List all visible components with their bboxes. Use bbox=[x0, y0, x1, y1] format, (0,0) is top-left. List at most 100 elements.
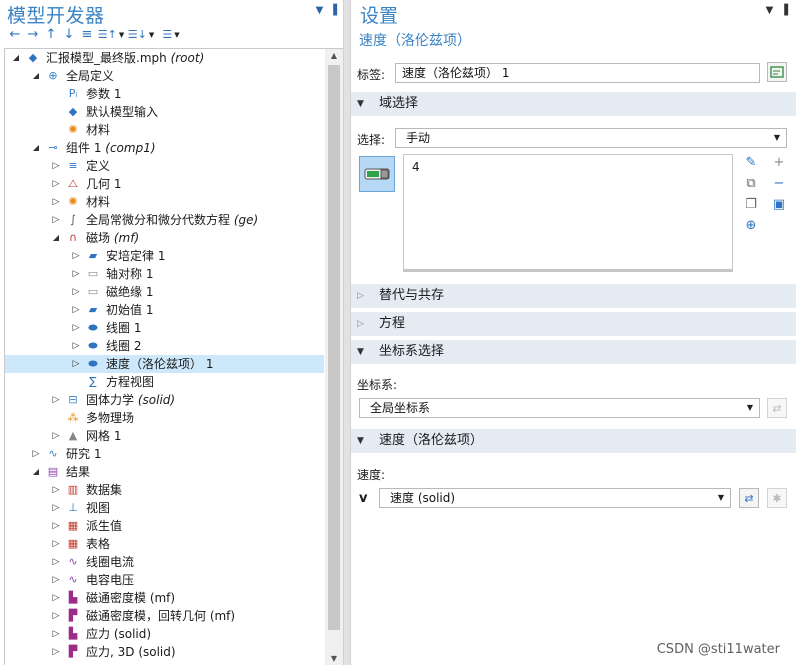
collapse-icon[interactable]: ◢ bbox=[31, 67, 41, 85]
tree-node[interactable]: ▷ ⬬ 速度（洛伦兹项） 1 bbox=[5, 355, 324, 373]
arrow-down-icon[interactable]: ↓ bbox=[60, 27, 78, 43]
tree-node[interactable]: ▷ ▦ 派生值 bbox=[5, 517, 324, 535]
collapse-icon[interactable]: ≡ bbox=[78, 27, 96, 43]
tree-node[interactable]: ▷ ∿ 电容电压 bbox=[5, 571, 324, 589]
arrow-up-icon[interactable]: ↑ bbox=[42, 27, 60, 43]
tree-node[interactable]: ▷ ∫ 全局常微分和微分代数方程 (ge) bbox=[5, 211, 324, 229]
expand-icon[interactable]: ▷ bbox=[71, 247, 81, 265]
expand-icon[interactable]: ▷ bbox=[71, 337, 81, 355]
collapse-icon[interactable]: ◢ bbox=[11, 49, 21, 67]
add-icon[interactable]: + bbox=[771, 154, 787, 170]
panel-menu-icon[interactable]: ▼ bbox=[316, 5, 324, 16]
tree-node[interactable]: ▷ ▲ 网格 1 bbox=[5, 427, 324, 445]
tree-node[interactable]: ∑ 方程视图 bbox=[5, 373, 324, 391]
tree-node[interactable]: ▷ ▭ 磁绝缘 1 bbox=[5, 283, 324, 301]
tree-node[interactable]: ⁂ 多物理场 bbox=[5, 409, 324, 427]
tree-node[interactable]: ◢ ◆ 汇报模型_最终版.mph (root) bbox=[5, 49, 324, 67]
section-equation[interactable]: ▷ 方程 bbox=[351, 312, 796, 336]
tree-scrollbar[interactable]: ▲ ▼ bbox=[325, 49, 343, 665]
expand-icon[interactable]: ▷ bbox=[51, 535, 61, 553]
expand-icon[interactable]: ▷ bbox=[51, 391, 61, 409]
expand-icon[interactable]: ▷ bbox=[51, 571, 61, 589]
tree-node[interactable]: Pᵢ 参数 1 bbox=[5, 85, 324, 103]
tree-node[interactable]: ◢ ▤ 结果 bbox=[5, 463, 324, 481]
list-group-icon[interactable]: ☰↓ ▼ bbox=[126, 27, 156, 43]
section-velocity[interactable]: ▼ 速度（洛伦兹项） bbox=[351, 429, 796, 453]
zoom-selection-icon[interactable]: ⊕ bbox=[743, 217, 759, 233]
tree-node[interactable]: ▷ ⬬ 线圈 2 bbox=[5, 337, 324, 355]
tree-node[interactable]: ▷ ∿ 研究 1 bbox=[5, 445, 324, 463]
panel-menu-icon[interactable]: ▼ bbox=[766, 5, 774, 16]
expand-icon[interactable]: ▷ bbox=[51, 175, 61, 193]
expand-icon[interactable]: ▷ bbox=[51, 211, 61, 229]
tree-node[interactable]: ▷ ▛ 应力, 3D (solid) bbox=[5, 643, 324, 661]
section-override[interactable]: ▷ 替代与共存 bbox=[351, 284, 796, 308]
view-options-icon[interactable]: ☰ ▼ bbox=[156, 27, 186, 43]
coord-system-combo[interactable]: 全局坐标系 ▼ bbox=[359, 398, 760, 418]
tree-node[interactable]: ◆ 默认模型输入 bbox=[5, 103, 324, 121]
collapse-icon[interactable]: ◢ bbox=[51, 229, 61, 247]
expand-icon[interactable]: ▷ bbox=[71, 319, 81, 337]
velocity-go-to-source-button[interactable]: ⇄ bbox=[739, 488, 759, 508]
expand-icon[interactable]: ▷ bbox=[71, 355, 81, 373]
scroll-up-icon[interactable]: ▲ bbox=[325, 49, 343, 63]
tree-node[interactable]: ▷ ▛ 磁通密度模，回转几何 (mf) bbox=[5, 607, 324, 625]
velocity-create-button[interactable]: ✱ bbox=[767, 488, 787, 508]
coord-go-to-source-button[interactable]: ⇄ bbox=[767, 398, 787, 418]
arrow-left-icon[interactable]: ← bbox=[6, 27, 24, 43]
tree-node[interactable]: ◢ ∩ 磁场 (mf) bbox=[5, 229, 324, 247]
tree-node[interactable]: ▷ ▥ 数据集 bbox=[5, 481, 324, 499]
tree-node[interactable]: ✺ 材料 bbox=[5, 121, 324, 139]
tree-node[interactable]: ▷ ▙ 磁通密度模 (mf) bbox=[5, 589, 324, 607]
collapse-icon[interactable]: ◢ bbox=[31, 463, 41, 481]
velocity-combo[interactable]: 速度 (solid) ▼ bbox=[379, 488, 731, 508]
expand-icon[interactable]: ▷ bbox=[31, 445, 41, 463]
remove-icon[interactable]: − bbox=[771, 175, 787, 191]
sort-group-icon[interactable]: ☰↑ ▼ bbox=[96, 27, 126, 43]
collapse-icon[interactable]: ◢ bbox=[31, 139, 41, 157]
section-coordinate-system[interactable]: ▼ 坐标系选择 bbox=[351, 340, 796, 364]
label-edit-button[interactable] bbox=[767, 62, 787, 82]
expand-icon[interactable]: ▷ bbox=[71, 283, 81, 301]
copy-selection-icon[interactable]: ⧉ bbox=[743, 175, 759, 191]
tree-node[interactable]: ▷ ▙ 应力 (solid) bbox=[5, 625, 324, 643]
selection-combo[interactable]: 手动 ▼ bbox=[395, 128, 787, 148]
expand-icon[interactable]: ▷ bbox=[71, 265, 81, 283]
expand-icon[interactable]: ▷ bbox=[51, 589, 61, 607]
active-toggle-button[interactable] bbox=[359, 156, 395, 192]
expand-icon[interactable]: ▷ bbox=[51, 499, 61, 517]
expand-icon[interactable]: ▷ bbox=[71, 301, 81, 319]
clear-selection-icon[interactable]: ▣ bbox=[771, 196, 787, 212]
tree-node[interactable]: ◢ ⊕ 全局定义 bbox=[5, 67, 324, 85]
arrow-right-icon[interactable]: → bbox=[24, 27, 42, 43]
expand-icon[interactable]: ▷ bbox=[51, 625, 61, 643]
label-input[interactable]: 速度（洛伦兹项） 1 bbox=[395, 63, 760, 83]
tree-node[interactable]: ▷ ∿ 线圈电流 bbox=[5, 553, 324, 571]
tree-node[interactable]: ◢ ⊸ 组件 1 (comp1) bbox=[5, 139, 324, 157]
tree-node[interactable]: ▷ ▰ 安培定律 1 bbox=[5, 247, 324, 265]
tree-node[interactable]: ▷ ▭ 轴对称 1 bbox=[5, 265, 324, 283]
pin-icon[interactable]: ▐ bbox=[780, 5, 788, 16]
tree-node[interactable]: ▷ ⧍ 几何 1 bbox=[5, 175, 324, 193]
tree-node[interactable]: ▷ ⬬ 线圈 1 bbox=[5, 319, 324, 337]
expand-icon[interactable]: ▷ bbox=[51, 643, 61, 661]
tree-node[interactable]: ▷ ≡ 定义 bbox=[5, 157, 324, 175]
scrollbar-thumb[interactable] bbox=[328, 65, 340, 630]
expand-icon[interactable]: ▷ bbox=[51, 157, 61, 175]
tree-node[interactable]: ▷ ▰ 初始值 1 bbox=[5, 301, 324, 319]
tree-node[interactable]: ▷ ✺ 材料 bbox=[5, 193, 324, 211]
expand-icon[interactable]: ▷ bbox=[51, 193, 61, 211]
tree-node[interactable]: ▷ ⊟ 固体力学 (solid) bbox=[5, 391, 324, 409]
pin-icon[interactable]: ▐ bbox=[329, 5, 337, 16]
expand-icon[interactable]: ▷ bbox=[51, 607, 61, 625]
expand-icon[interactable]: ▷ bbox=[51, 481, 61, 499]
tree-node[interactable]: ▷ ⊥ 视图 bbox=[5, 499, 324, 517]
clipboard-icon[interactable]: ❐ bbox=[743, 196, 759, 212]
paste-selection-icon[interactable]: ✎ bbox=[743, 154, 759, 170]
section-domain-selection[interactable]: ▼ 域选择 bbox=[351, 92, 796, 116]
expand-icon[interactable]: ▷ bbox=[51, 517, 61, 535]
tree-node[interactable]: ▷ ▦ 表格 bbox=[5, 535, 324, 553]
selection-list-item[interactable]: 4 bbox=[412, 160, 420, 174]
expand-icon[interactable]: ▷ bbox=[51, 427, 61, 445]
scroll-down-icon[interactable]: ▼ bbox=[325, 652, 343, 665]
